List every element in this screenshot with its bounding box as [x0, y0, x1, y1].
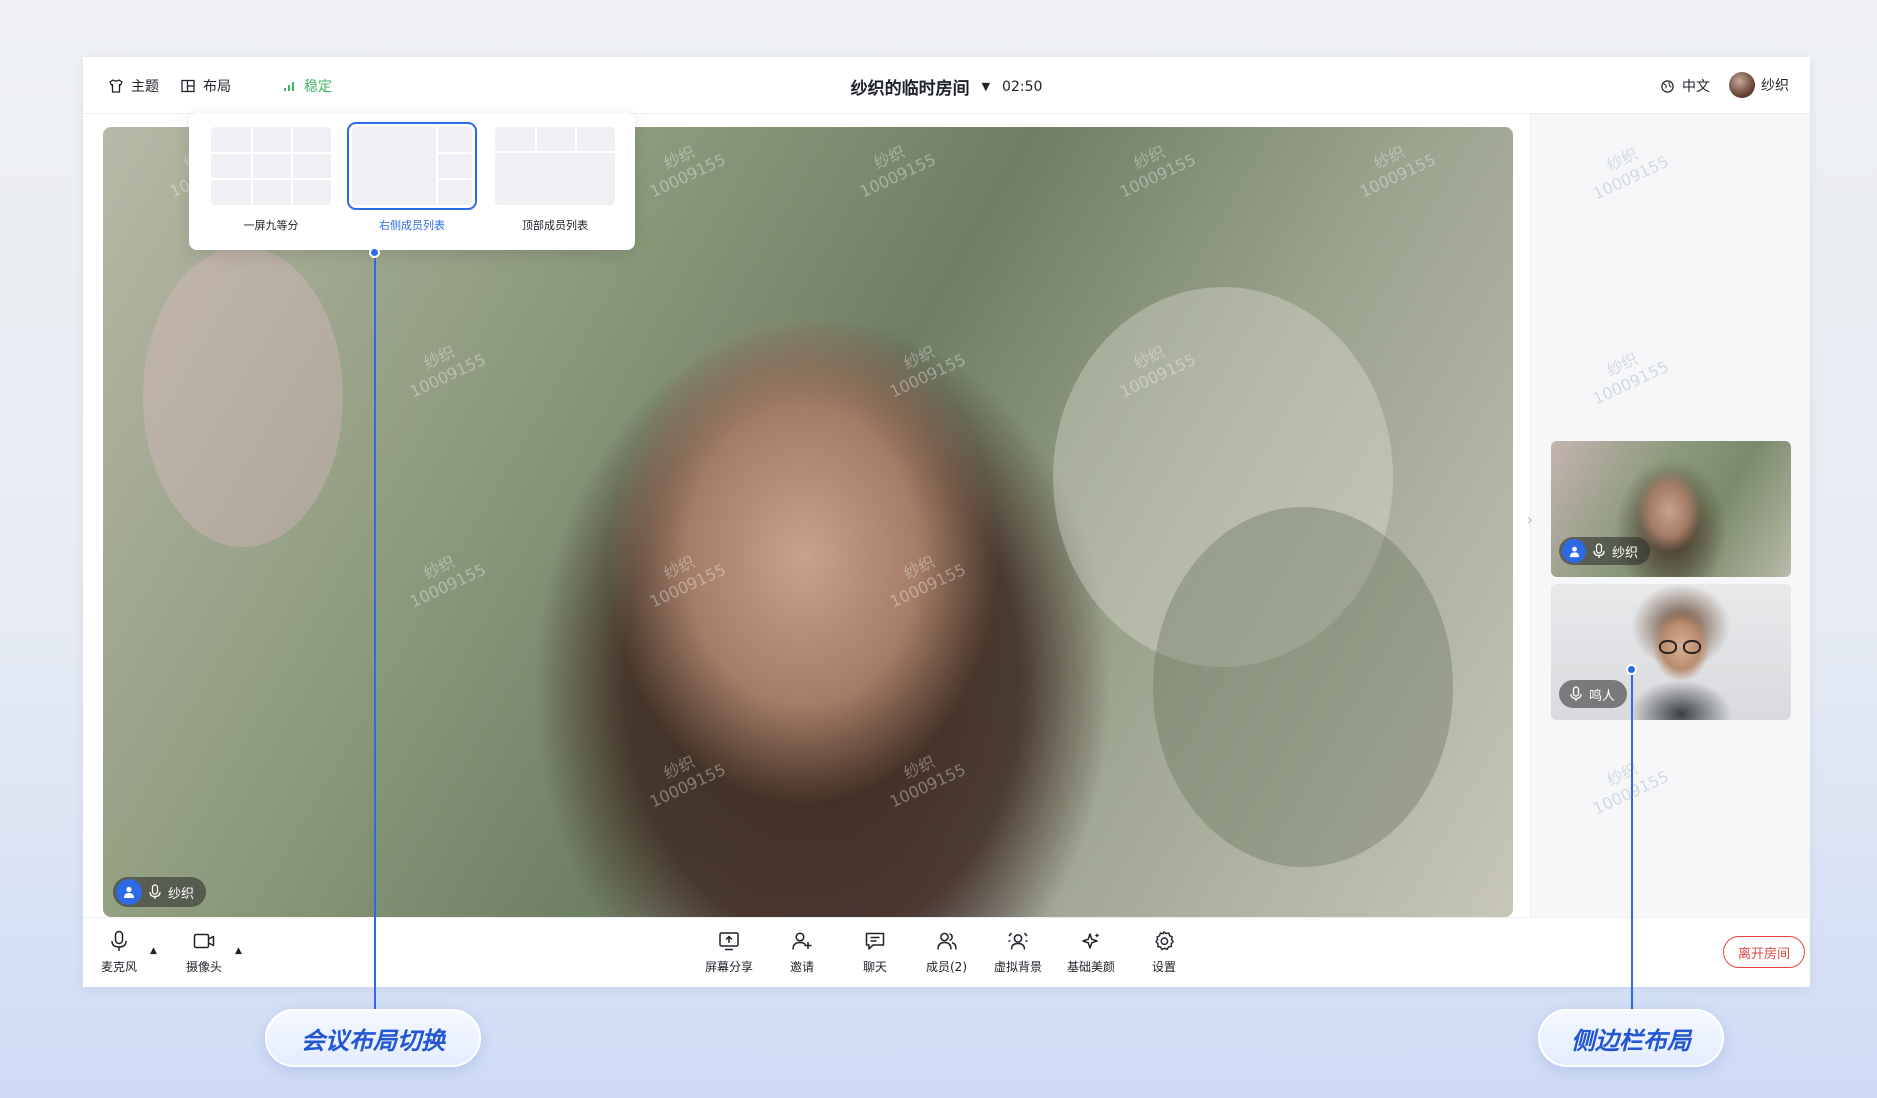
member-sidebar: › 纱织 10009155 纱织 10009155 纱织 10009155 纱织 鸣 [1527, 114, 1810, 917]
settings-label: 设置 [1152, 960, 1177, 974]
invite-button[interactable]: 邀请 [790, 930, 814, 975]
layout-option-label: 顶部成员列表 [522, 219, 588, 232]
main-video-name-tag: 纱织 [113, 877, 207, 907]
watermark: 纱织10009155 [638, 542, 729, 613]
layout-thumbnail [495, 127, 615, 205]
top-bar: 主题 布局 稳定 纱织的临时房间 ▼ 02:50 中文 纱织 [83, 57, 1810, 114]
participant-name-tag: 纱织 [1559, 537, 1651, 565]
avatar [1729, 72, 1755, 98]
virtual-background-button[interactable]: 虚拟背景 [994, 930, 1042, 975]
participant-name-tag: 鸣人 [1559, 680, 1628, 708]
microphone-label: 麦克风 [101, 960, 138, 974]
beauty-label: 基础美颜 [1067, 960, 1116, 974]
screen-share-icon [718, 930, 740, 952]
user-menu[interactable]: 纱织 [1729, 72, 1789, 98]
chat-button[interactable]: 聊天 [863, 930, 887, 975]
camera-icon [193, 930, 215, 952]
callout-dot-sidebar [1626, 664, 1637, 675]
layout-option-label: 一屏九等分 [243, 219, 299, 232]
beauty-button[interactable]: 基础美颜 [1067, 930, 1115, 975]
participant-tile[interactable]: 鸣人 [1551, 584, 1791, 720]
gear-icon [1153, 930, 1175, 952]
watermark: 纱织10009155 [878, 742, 969, 813]
participant-tile[interactable]: 纱织 [1551, 441, 1791, 577]
watermark: 纱织10009155 [638, 742, 729, 813]
watermark: 纱织10009155 [398, 332, 489, 403]
watermark: 纱织10009155 [638, 132, 729, 203]
room-dropdown-icon[interactable]: ▼ [982, 80, 990, 93]
watermark: 纱织10009155 [1581, 749, 1672, 820]
chat-label: 聊天 [863, 960, 888, 974]
camera-options-icon[interactable]: ▲ [235, 946, 242, 956]
members-button[interactable]: 成员(2) [926, 930, 967, 975]
virtual-background-icon [1007, 930, 1029, 952]
layout-thumbnail [211, 127, 331, 205]
meeting-window: 主题 布局 稳定 纱织的临时房间 ▼ 02:50 中文 纱织 纱织 100091… [83, 57, 1810, 987]
microphone-icon [108, 930, 130, 952]
room-title: 纱织的临时房间 [850, 79, 970, 99]
language-label: 中文 [1682, 79, 1710, 95]
bottom-toolbar: 麦克风 ▲ 摄像头 ▲ 屏幕分享 邀请 聊天 成员(2) 虚拟背景 基础美颜 设… [83, 917, 1810, 987]
screen-share-label: 屏幕分享 [705, 960, 754, 974]
layout-option-label: 右侧成员列表 [379, 219, 445, 232]
participant-name: 纱织 [1612, 545, 1639, 561]
watermark: 纱织10009155 [1581, 339, 1672, 410]
callout-dot-layout [369, 247, 380, 258]
background-flower [143, 247, 343, 547]
watermark: 纱织10009155 [1348, 132, 1439, 203]
members-icon [936, 930, 958, 952]
leave-room-button[interactable]: 离开房间 [1723, 936, 1805, 968]
sparkle-icon [1080, 930, 1102, 952]
watermark: 纱织10009155 [1581, 134, 1672, 205]
language-switch[interactable]: 中文 [1658, 76, 1710, 96]
username-label: 纱织 [1761, 78, 1789, 94]
members-label: 成员(2) [926, 960, 967, 974]
layout-option-right-list[interactable]: 右侧成员列表 [347, 122, 477, 233]
callout-line-sidebar [1631, 669, 1633, 1009]
microphone-icon [1569, 686, 1583, 702]
microphone-icon [1592, 543, 1606, 559]
watermark: 纱织10009155 [878, 542, 969, 613]
microphone-options-icon[interactable]: ▲ [150, 946, 157, 956]
background-plant [1153, 507, 1453, 867]
settings-button[interactable]: 设置 [1152, 930, 1176, 975]
screen-share-button[interactable]: 屏幕分享 [705, 930, 753, 975]
room-title-area: 纱织的临时房间 ▼ 02:50 [83, 74, 1810, 100]
glasses-detail [1659, 640, 1705, 654]
add-user-icon [791, 930, 813, 952]
globe-icon [1658, 77, 1676, 95]
callout-layout-switch: 会议布局切换 [265, 1009, 481, 1067]
person-icon [1562, 539, 1586, 563]
participant-name: 纱织 [168, 886, 195, 902]
watermark: 纱织10009155 [1108, 132, 1199, 203]
camera-button[interactable]: 摄像头 [186, 930, 222, 975]
virtual-background-label: 虚拟背景 [994, 960, 1043, 974]
microphone-icon [148, 884, 162, 900]
watermark: 纱织10009155 [848, 132, 939, 203]
layout-thumbnail [347, 122, 477, 210]
meeting-timer: 02:50 [1002, 78, 1043, 95]
layout-option-top-list[interactable]: 顶部成员列表 [493, 127, 617, 233]
watermark: 纱织10009155 [398, 542, 489, 613]
participant-name: 鸣人 [1589, 688, 1616, 704]
callout-sidebar-layout: 侧边栏布局 [1538, 1009, 1724, 1067]
camera-label: 摄像头 [186, 960, 223, 974]
layout-popover: 一屏九等分 右侧成员列表 顶部成员列表 [189, 113, 635, 250]
chat-icon [864, 930, 886, 952]
sidebar-collapse-icon[interactable]: › [1523, 494, 1537, 544]
microphone-button[interactable]: 麦克风 [101, 930, 137, 975]
layout-option-grid[interactable]: 一屏九等分 [209, 127, 333, 233]
watermark: 纱织10009155 [878, 332, 969, 403]
invite-label: 邀请 [790, 960, 815, 974]
person-icon [116, 879, 142, 905]
callout-line-layout [374, 252, 376, 1009]
